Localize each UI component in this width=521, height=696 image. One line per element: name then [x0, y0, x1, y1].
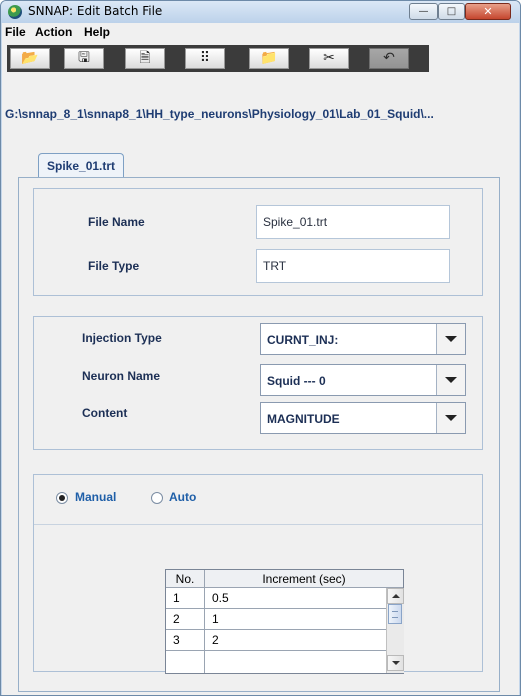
toolbar: 📂 🖫 🗎 ⠿ 📁 ✂ ↶ — [2, 42, 519, 77]
file-name-field[interactable]: Spike_01.trt — [256, 205, 450, 239]
file-path: G:\snnap_8_1\snnap8_1\HH_type_neurons\Ph… — [5, 107, 434, 121]
manual-label[interactable]: Manual — [75, 490, 116, 504]
document-button[interactable]: 🗎 — [125, 48, 165, 69]
section-divider — [34, 524, 482, 525]
tree-button[interactable]: ⠿ — [185, 48, 225, 69]
tab-spike-file[interactable]: Spike_01.trt — [38, 153, 125, 178]
auto-label[interactable]: Auto — [169, 490, 196, 504]
cut-button[interactable]: ✂ — [309, 48, 349, 69]
table-scrollbar[interactable] — [386, 588, 404, 673]
row-number: 1 — [173, 591, 180, 605]
title-bar[interactable]: SNNAP: Edit Batch File — □ ✕ — [1, 1, 520, 23]
menu-action[interactable]: Action — [35, 25, 72, 39]
file-type-field[interactable]: TRT — [256, 249, 450, 283]
row-number: 3 — [173, 633, 180, 647]
row-number: 2 — [173, 612, 180, 626]
content-value: MAGNITUDE — [267, 412, 340, 426]
table-row[interactable]: 3 2 — [166, 630, 386, 651]
injection-section: Injection Type CURNT_INJ: Neuron Name Sq… — [33, 316, 483, 450]
menu-help[interactable]: Help — [84, 25, 110, 39]
increment-table: No. Increment (sec) 1 0.5 2 1 3 2 — [165, 569, 404, 674]
scroll-thumb[interactable] — [388, 604, 402, 624]
open-folder-icon: 📂 — [21, 50, 39, 66]
undo-button[interactable]: ↶ — [369, 48, 409, 69]
injection-type-value: CURNT_INJ: — [267, 333, 339, 347]
chevron-down-icon[interactable] — [436, 324, 465, 354]
chevron-down-icon[interactable] — [436, 365, 465, 395]
minimize-icon: — — [418, 6, 429, 17]
open-button[interactable]: 📂 — [10, 48, 50, 69]
save-button[interactable]: 🖫 — [64, 48, 104, 69]
cut-icon: ✂ — [323, 50, 335, 66]
snnap-app-icon — [8, 5, 22, 19]
maximize-icon: □ — [446, 6, 457, 17]
neuron-name-select[interactable]: Squid --- 0 — [260, 364, 466, 396]
edit-batch-file-window: SNNAP: Edit Batch File — □ ✕ File Action… — [0, 0, 521, 696]
content-label: Content — [82, 406, 128, 420]
close-icon: ✕ — [483, 5, 493, 18]
undo-icon: ↶ — [383, 50, 395, 66]
column-separator — [204, 570, 205, 673]
file-type-label: File Type — [88, 259, 140, 273]
add-folder-button[interactable]: 📁 — [249, 48, 289, 69]
tab-label: Spike_01.trt — [47, 159, 116, 173]
column-header-increment[interactable]: Increment (sec) — [205, 570, 403, 588]
menu-bar: File Action Help — [2, 23, 519, 42]
save-icon: 🖫 — [78, 50, 90, 66]
neuron-name-value: Squid --- 0 — [267, 374, 326, 388]
row-increment: 0.5 — [212, 591, 229, 605]
manual-radio[interactable] — [56, 492, 68, 504]
path-bar: G:\snnap_8_1\snnap8_1\HH_type_neurons\Ph… — [2, 77, 519, 150]
scroll-up-icon[interactable] — [387, 588, 404, 604]
minimize-button[interactable]: — — [409, 3, 438, 20]
table-row[interactable]: 2 1 — [166, 609, 386, 630]
maximize-button[interactable]: □ — [438, 3, 465, 20]
auto-radio[interactable] — [151, 492, 163, 504]
column-header-no[interactable]: No. — [166, 570, 204, 588]
document-icon: 🗎 — [139, 50, 151, 66]
injection-type-label: Injection Type — [82, 331, 162, 345]
tab-panel: File Name Spike_01.trt File Type TRT Inj… — [18, 177, 500, 692]
chevron-down-icon[interactable] — [436, 403, 465, 433]
injection-type-select[interactable]: CURNT_INJ: — [260, 323, 466, 355]
neuron-name-label: Neuron Name — [82, 369, 161, 383]
toolbar-button-strip: 📂 🖫 🗎 ⠿ 📁 ✂ ↶ — [7, 45, 429, 72]
window-title: SNNAP: Edit Batch File — [28, 4, 163, 18]
content-select[interactable]: MAGNITUDE — [260, 402, 466, 434]
file-info-section: File Name Spike_01.trt File Type TRT — [33, 188, 483, 296]
menu-file[interactable]: File — [5, 25, 26, 39]
file-name-value: Spike_01.trt — [263, 215, 328, 229]
scroll-down-icon[interactable] — [387, 655, 404, 671]
close-button[interactable]: ✕ — [465, 3, 511, 20]
tree-icon: ⠿ — [199, 50, 211, 66]
file-type-value: TRT — [263, 259, 287, 273]
file-name-label: File Name — [88, 215, 145, 229]
add-folder-icon: 📁 — [260, 50, 278, 66]
row-increment: 2 — [212, 633, 219, 647]
table-row[interactable]: 1 0.5 — [166, 588, 386, 609]
row-increment: 1 — [212, 612, 219, 626]
editor-content: Spike_01.trt File Name Spike_01.trt File… — [2, 150, 519, 695]
